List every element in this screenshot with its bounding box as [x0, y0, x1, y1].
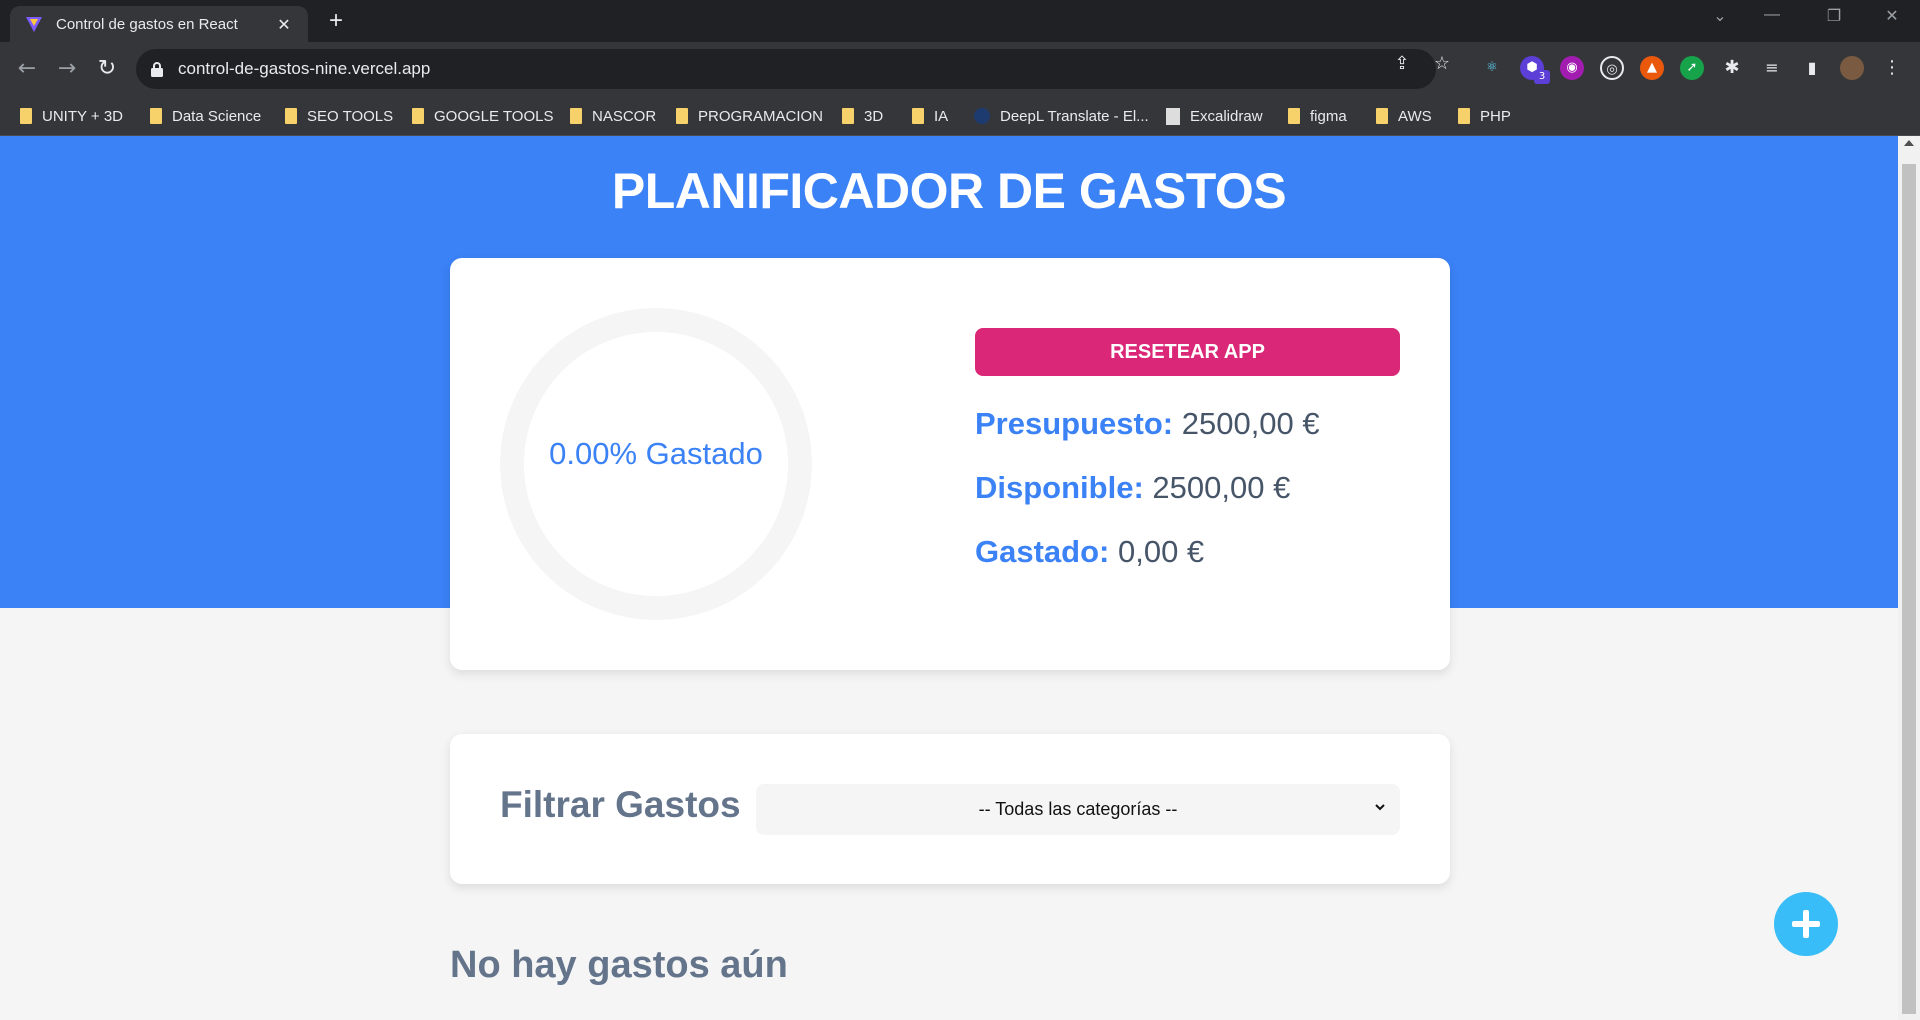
folder-icon [912, 108, 924, 124]
extension-lighthouse-icon[interactable]: ▲ [1640, 56, 1664, 80]
extension-compass-icon[interactable]: ➚ [1680, 56, 1704, 80]
extension-badge: 3 [1534, 70, 1550, 84]
page-title: PLANIFICADOR DE GASTOS [611, 163, 1287, 219]
folder-icon [1458, 108, 1470, 124]
category-filter-select[interactable]: -- Todas las categorías -- [756, 784, 1400, 835]
no-expenses-message: No hay gastos aún [450, 944, 788, 986]
bookmark-label: UNITY + 3D [42, 107, 123, 125]
budget-stat-label: Presupuesto: [975, 406, 1174, 441]
bookmarks-bar: UNITY + 3D Data Science SEO TOOLS GOOGLE… [0, 96, 1920, 136]
reload-icon[interactable]: ↻ [92, 54, 122, 84]
tab-title: Control de gastos en React [56, 15, 238, 33]
bookmark-php[interactable]: PHP [1458, 104, 1511, 128]
browser-toolbar: ← → ↻ control-de-gastos-nine.vercel.app … [0, 42, 1920, 96]
folder-icon [1376, 108, 1388, 124]
back-icon[interactable]: ← [12, 54, 42, 84]
folder-icon [676, 108, 688, 124]
reset-app-button[interactable]: RESETEAR APP [975, 328, 1400, 376]
bookmark-star-icon[interactable]: ☆ [1430, 52, 1454, 76]
available-stat-value: 2500,00 € [1152, 470, 1291, 505]
bookmark-unity-3d[interactable]: UNITY + 3D [20, 104, 123, 128]
bookmark-aws[interactable]: AWS [1376, 104, 1432, 128]
filter-label: Filtrar Gastos [500, 784, 741, 825]
browser-tab-strip: Control de gastos en React ✕ + ⌄ — ❐ ✕ [0, 0, 1920, 42]
bookmark-excalidraw[interactable]: Excalidraw [1166, 104, 1263, 128]
folder-icon [285, 108, 297, 124]
spent-stat-label: Gastado: [975, 534, 1110, 569]
bookmark-figma[interactable]: figma [1288, 104, 1347, 128]
tab-close-icon[interactable]: ✕ [274, 15, 294, 34]
folder-icon [412, 108, 424, 124]
vertical-scrollbar[interactable] [1898, 136, 1920, 1020]
folder-icon [150, 108, 162, 124]
address-bar[interactable]: control-de-gastos-nine.vercel.app [136, 49, 1436, 89]
budget-card: 0.00% Gastado RESETEAR APP Presupuesto: … [450, 258, 1450, 670]
bookmark-seo-tools[interactable]: SEO TOOLS [285, 104, 393, 128]
react-devtools-icon[interactable]: ⚛ [1480, 56, 1504, 80]
plus-icon [1792, 910, 1820, 938]
bookmark-data-science[interactable]: Data Science [150, 104, 261, 128]
add-expense-button[interactable] [1774, 892, 1838, 956]
bookmark-nascor[interactable]: NASCOR [570, 104, 656, 128]
budget-stat-value: 2500,00 € [1181, 406, 1320, 441]
browser-tab[interactable]: Control de gastos en React ✕ [10, 6, 308, 42]
bookmark-label: Excalidraw [1190, 107, 1263, 125]
bookmark-label: IA [934, 107, 949, 125]
extensions-puzzle-icon[interactable]: ✱ [1720, 56, 1744, 80]
tab-search-chevron-icon[interactable]: ⌄ [1704, 6, 1736, 26]
filter-card: Filtrar Gastos -- Todas las categorías -… [450, 734, 1450, 884]
deepl-icon [974, 108, 990, 124]
bookmark-label: AWS [1398, 107, 1432, 125]
bookmark-label: DeepL Translate - El... [1000, 107, 1149, 125]
scrollbar-thumb[interactable] [1902, 164, 1916, 1014]
new-tab-button[interactable]: + [322, 8, 350, 36]
folder-icon [1288, 108, 1300, 124]
bookmark-label: 3D [864, 107, 884, 125]
bookmark-deepl[interactable]: DeepL Translate - El... [974, 104, 1149, 128]
chevron-down-icon [1375, 804, 1385, 811]
bookmark-label: Data Science [172, 107, 262, 125]
folder-icon [20, 108, 32, 124]
page-icon [1166, 107, 1180, 125]
bookmark-ia[interactable]: IA [912, 104, 948, 128]
side-panel-icon[interactable]: ▮ [1800, 56, 1824, 80]
bookmark-label: figma [1310, 107, 1347, 125]
spent-stat-value: 0,00 € [1117, 534, 1205, 569]
bookmark-3d[interactable]: 3D [842, 104, 883, 128]
extension-circle-icon[interactable]: ◉ [1560, 56, 1584, 80]
share-icon[interactable]: ⇪ [1390, 52, 1414, 76]
minimize-button[interactable]: — [1756, 6, 1788, 24]
bookmark-label: PROGRAMACION [698, 107, 824, 125]
extension-target-icon[interactable]: ◎ [1600, 56, 1624, 80]
category-filter-selected-value: -- Todas las categorías -- [978, 799, 1178, 819]
bookmark-label: PHP [1480, 107, 1511, 125]
folder-icon [570, 108, 582, 124]
forward-icon[interactable]: → [52, 54, 82, 84]
close-window-button[interactable]: ✕ [1876, 6, 1908, 26]
url-text: control-de-gastos-nine.vercel.app [178, 59, 431, 78]
spent-stat: Gastado: 0,00 € [975, 534, 1204, 570]
bookmark-label: NASCOR [592, 107, 657, 125]
restore-button[interactable]: ❐ [1818, 6, 1850, 26]
spent-percent-label: 0.00% Gastado [549, 436, 763, 471]
bookmark-label: GOOGLE TOOLS [434, 107, 554, 125]
bookmark-programacion[interactable]: PROGRAMACION [676, 104, 823, 128]
lock-icon [151, 62, 163, 77]
media-queue-icon[interactable]: ≡ [1760, 56, 1784, 80]
page-viewport: PLANIFICADOR DE GASTOS 0.00% Gastado RES… [0, 136, 1898, 1020]
menu-kebab-icon[interactable]: ⋮ [1880, 56, 1904, 80]
available-stat: Disponible: 2500,00 € [975, 470, 1290, 506]
profile-avatar[interactable] [1840, 56, 1864, 80]
folder-icon [842, 108, 854, 124]
scroll-up-arrow-icon[interactable] [1904, 140, 1914, 146]
available-stat-label: Disponible: [975, 470, 1144, 505]
vite-favicon-icon [26, 17, 42, 32]
bookmark-label: SEO TOOLS [307, 107, 394, 125]
budget-stat: Presupuesto: 2500,00 € [975, 406, 1320, 442]
bookmark-google-tools[interactable]: GOOGLE TOOLS [412, 104, 554, 128]
